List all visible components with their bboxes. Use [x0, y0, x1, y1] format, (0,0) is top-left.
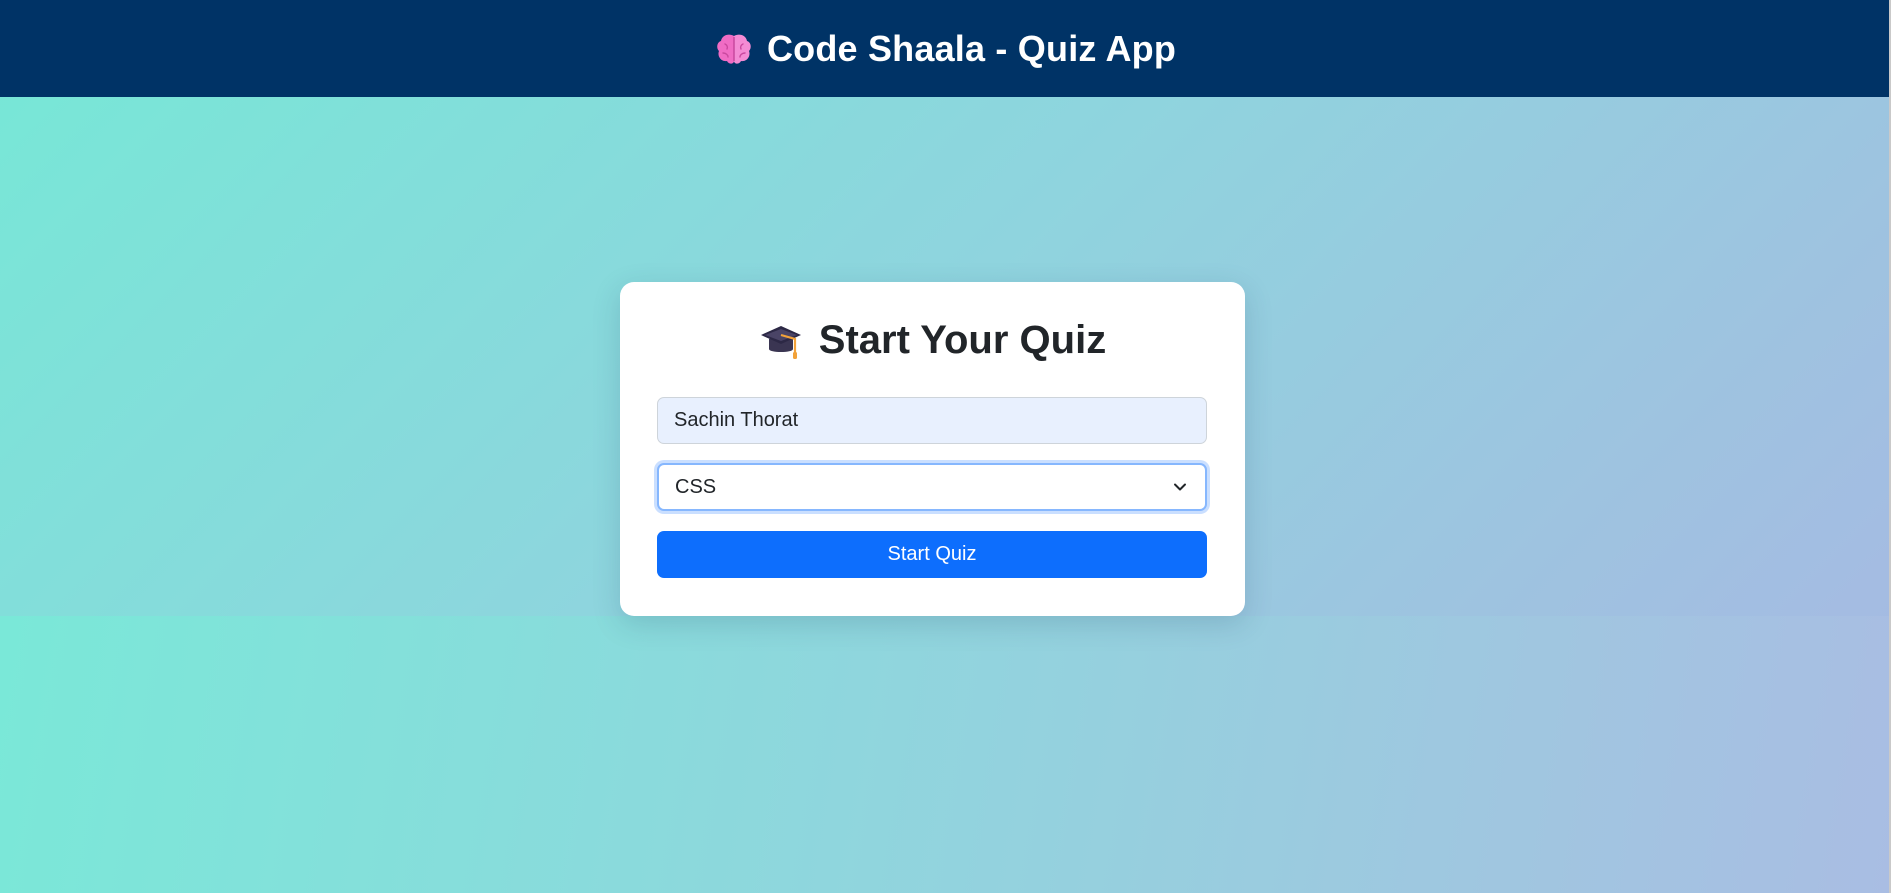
quiz-start-card: Start Your Quiz CSS Start Quiz [620, 282, 1245, 616]
topic-select-value: CSS [675, 475, 717, 498]
name-input[interactable] [657, 397, 1207, 444]
chevron-down-icon [1171, 478, 1189, 496]
brain-icon [715, 32, 753, 66]
card-heading: Start Your Quiz [620, 318, 1245, 363]
topic-select[interactable]: CSS [657, 463, 1207, 511]
app-header: Code Shaala - Quiz App [0, 0, 1891, 97]
start-quiz-button[interactable]: Start Quiz [657, 531, 1207, 578]
graduation-cap-icon [759, 321, 803, 361]
page-background-lower [0, 616, 1891, 893]
card-title: Start Your Quiz [818, 318, 1107, 362]
app-title: Code Shaala - Quiz App [766, 27, 1177, 69]
